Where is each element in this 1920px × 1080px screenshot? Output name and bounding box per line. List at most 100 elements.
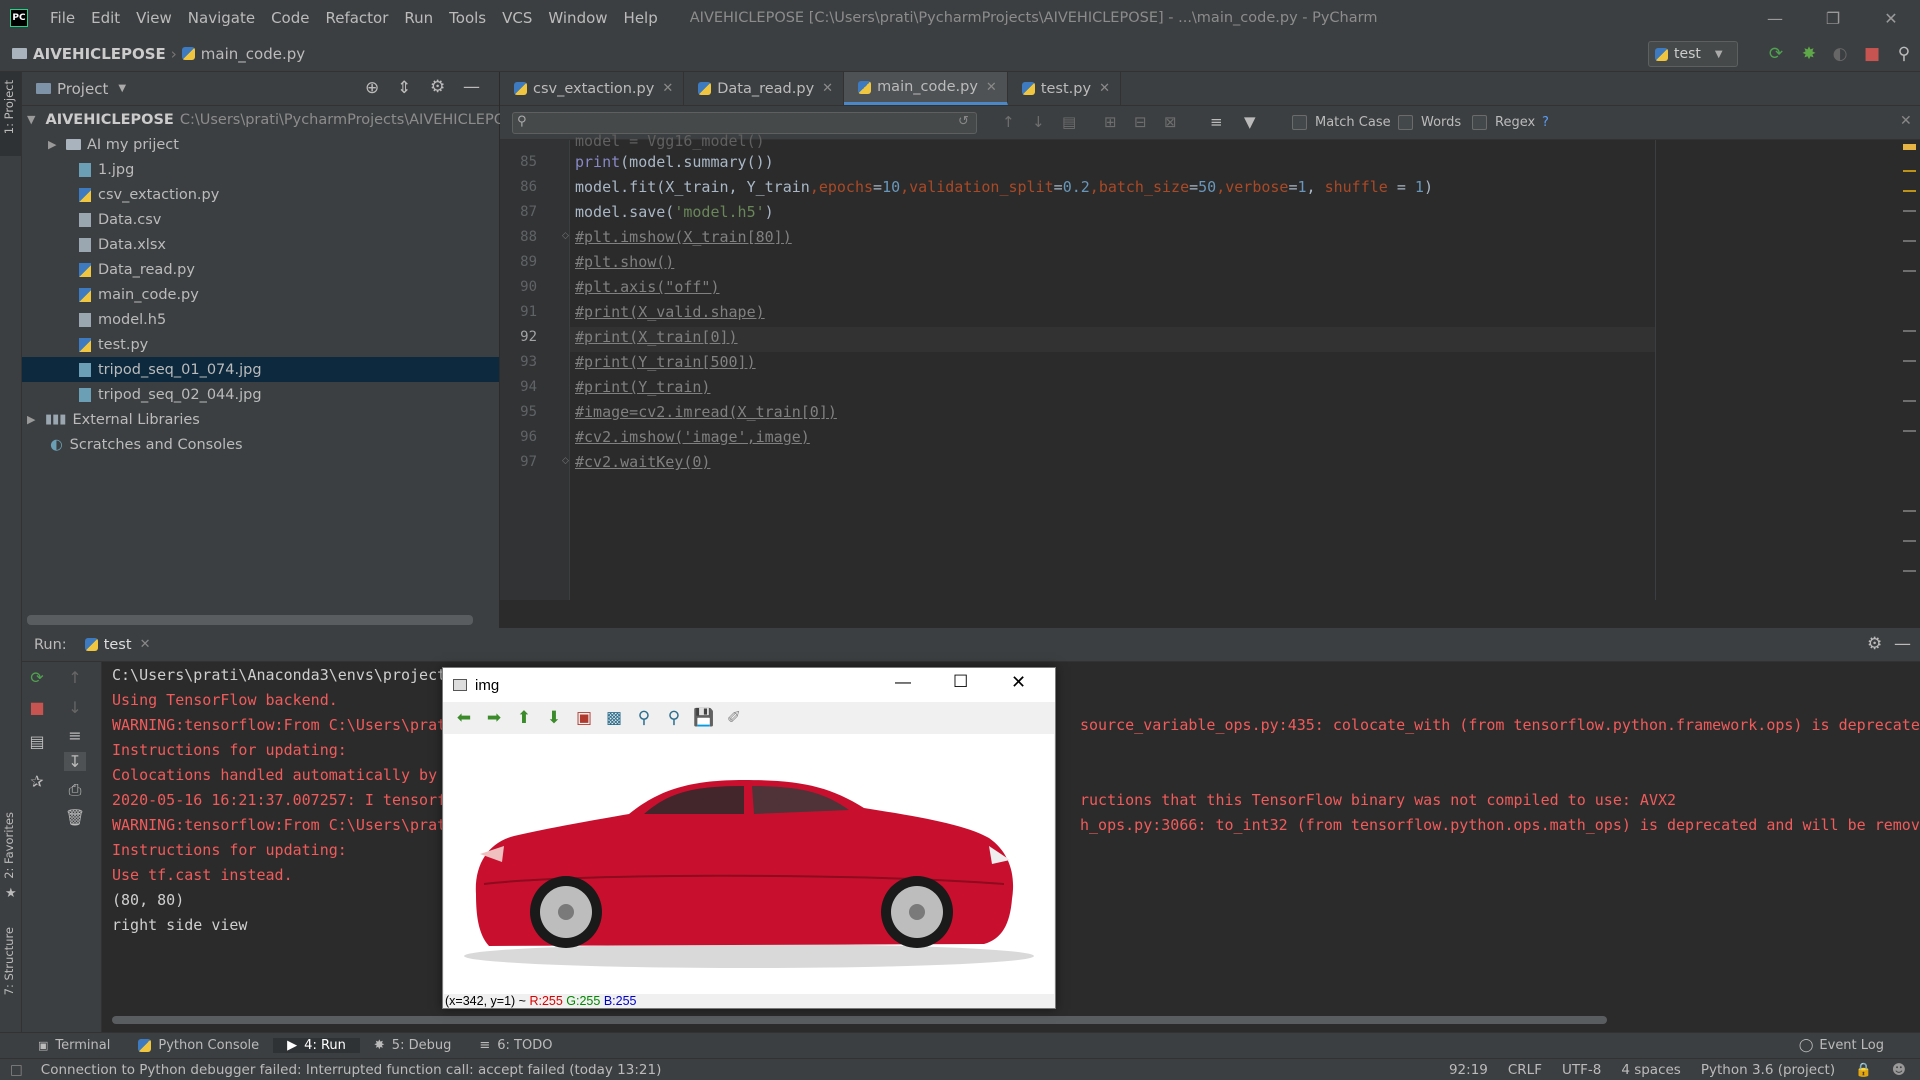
maximize-icon[interactable]: ☐ [953, 672, 968, 692]
debug-bug-icon[interactable]: ✸ [1799, 44, 1819, 64]
run-tab-test[interactable]: test [104, 637, 132, 653]
project-tool-tab[interactable]: 1: Project [0, 72, 21, 156]
python-interpreter[interactable]: Python 3.6 (project) [1691, 1062, 1845, 1078]
code-marker[interactable] [1903, 430, 1916, 432]
minimize-icon[interactable]: — [1746, 9, 1804, 28]
caret-position[interactable]: 92:19 [1439, 1062, 1498, 1078]
code-marker[interactable] [1903, 240, 1916, 242]
tab-data-read[interactable]: Data_read.py ✕ [684, 72, 845, 105]
pan-right-icon[interactable]: ➡ [479, 706, 509, 730]
editor-error-stripe[interactable] [1895, 140, 1920, 600]
tree-item-file[interactable]: Data.xlsx [22, 232, 499, 257]
tree-item-file[interactable]: csv_extaction.py [22, 182, 499, 207]
close-tab-icon[interactable]: ✕ [140, 637, 151, 652]
code-marker[interactable] [1903, 210, 1916, 212]
regex-help-icon[interactable]: ? [1542, 115, 1549, 130]
scroll-down-icon[interactable]: ↓ [64, 698, 86, 717]
locate-file-icon[interactable]: ⊕ [365, 78, 379, 98]
menu-edit[interactable]: Edit [83, 9, 128, 27]
scroll-to-end-icon[interactable]: ↧ [64, 752, 86, 771]
inspector-icon[interactable]: ☻ [1882, 1062, 1920, 1078]
tree-item-file-selected[interactable]: tripod_seq_01_074.jpg [22, 357, 499, 382]
tab-todo[interactable]: ≡ 6: TODO [465, 1038, 566, 1053]
tree-item-file[interactable]: Data.csv [22, 207, 499, 232]
close-tab-icon[interactable]: ✕ [662, 81, 673, 96]
tab-csv-extaction[interactable]: csv_extaction.py ✕ [500, 72, 685, 105]
menu-navigate[interactable]: Navigate [180, 9, 263, 27]
trash-icon[interactable]: 🗑 [64, 808, 86, 827]
project-horizontal-scrollbar[interactable] [27, 615, 473, 625]
history-icon[interactable]: ↺ [958, 114, 969, 129]
opencv-image-window[interactable]: img — ☐ ✕ ⬅ ➡ ⬆ ⬇ ▣ ▩ ⚲ ⚲ 💾 ✐ (x=342, y=… [442, 667, 1056, 1009]
soft-wrap-icon[interactable]: ≡ [64, 726, 86, 745]
regex-checkbox[interactable]: Regex [1472, 115, 1535, 130]
tab-event-log[interactable]: ◯ Event Log [1785, 1038, 1920, 1053]
tree-item-file[interactable]: model.h5 [22, 307, 499, 332]
hide-panel-icon[interactable]: — [463, 77, 480, 97]
filter-lines-icon[interactable]: ≡ [1210, 113, 1223, 131]
chevron-down-icon[interactable]: ▼ [118, 83, 126, 94]
close-tab-icon[interactable]: ✕ [822, 81, 833, 96]
expand-arrow-icon[interactable]: ▶ [48, 138, 62, 151]
zoom-original-icon[interactable]: ▣ [569, 706, 599, 730]
menu-help[interactable]: Help [616, 9, 666, 27]
stop-icon[interactable]: ■ [26, 698, 48, 717]
properties-icon[interactable]: ✐ [719, 706, 749, 730]
code-marker[interactable] [1903, 570, 1916, 572]
minimize-icon[interactable]: — [895, 674, 911, 692]
filter-icon[interactable]: ▼ [1244, 113, 1256, 131]
expand-arrow-icon[interactable]: ▼ [27, 113, 35, 126]
tree-root[interactable]: ▼ AIVEHICLEPOSE C:\Users\prati\PycharmPr… [22, 107, 505, 132]
run-config-dropdown[interactable]: test ▼ [1648, 41, 1738, 67]
stop-icon[interactable]: ■ [1862, 44, 1882, 64]
words-checkbox[interactable]: Words [1398, 115, 1461, 130]
rerun-icon[interactable]: ⟳ [1766, 44, 1786, 64]
tree-item-file[interactable]: main_code.py [22, 282, 499, 307]
tree-item-folder[interactable]: ▶ AI my priject [22, 132, 499, 157]
file-encoding[interactable]: UTF-8 [1552, 1062, 1611, 1078]
hide-panel-icon[interactable]: — [1894, 634, 1911, 654]
tree-external-libraries[interactable]: ▶ ▮▮▮ External Libraries [22, 407, 499, 432]
tree-scratches[interactable]: ◐ Scratches and Consoles [22, 432, 499, 457]
tree-item-file[interactable]: 1.jpg [22, 157, 499, 182]
previous-occurrence-icon[interactable]: ↑ [1002, 113, 1015, 131]
code-editor[interactable]: model = Vgg16_model() print(model.summar… [570, 132, 1655, 600]
pan-down-icon[interactable]: ⬇ [539, 706, 569, 730]
close-icon[interactable]: ✕ [1862, 9, 1920, 28]
zoom-in-icon[interactable]: ⚲ [629, 706, 659, 730]
project-panel-title[interactable]: Project [57, 80, 108, 98]
tab-terminal[interactable]: ▣ Terminal [0, 1038, 124, 1053]
find-input[interactable] [512, 112, 977, 134]
tree-item-file[interactable]: Data_read.py [22, 257, 499, 282]
checkbox-box[interactable] [1472, 115, 1487, 130]
structure-tab[interactable]: 7: Structure [2, 927, 20, 995]
status-message[interactable]: Connection to Python debugger failed: In… [33, 1062, 672, 1078]
code-marker[interactable] [1903, 510, 1916, 512]
breadcrumb-file[interactable]: main_code.py [177, 45, 310, 63]
fold-marker-icon[interactable]: ◇ [562, 231, 569, 241]
pin-icon[interactable]: ✰ [26, 772, 48, 791]
close-tab-icon[interactable]: ✕ [1099, 81, 1110, 96]
menu-vcs[interactable]: VCS [494, 9, 540, 27]
checkbox-box[interactable] [1292, 115, 1307, 130]
select-all-icon[interactable]: ⊠ [1164, 113, 1177, 131]
warning-marker[interactable] [1903, 144, 1916, 150]
tree-item-file[interactable]: test.py [22, 332, 499, 357]
menu-code[interactable]: Code [263, 9, 317, 27]
next-occurrence-icon[interactable]: ↓ [1032, 113, 1045, 131]
layout-icon[interactable]: ▤ [26, 732, 48, 751]
zoom-fit-icon[interactable]: ▩ [599, 706, 629, 730]
menu-window[interactable]: Window [540, 9, 615, 27]
menu-refactor[interactable]: Refactor [317, 9, 396, 27]
restore-icon[interactable]: ❐ [1804, 9, 1862, 28]
code-marker[interactable] [1903, 540, 1916, 542]
run-coverage-icon[interactable]: ◐ [1830, 44, 1850, 64]
warning-marker[interactable] [1903, 190, 1916, 192]
menu-view[interactable]: View [128, 9, 180, 27]
scroll-up-icon[interactable]: ↑ [64, 668, 86, 687]
fold-marker-icon[interactable]: ◇ [562, 456, 569, 466]
add-occurrence-icon[interactable]: ⊞ [1104, 113, 1117, 131]
img-window-titlebar[interactable]: img — ☐ ✕ [443, 668, 1055, 702]
rerun-icon[interactable]: ⟳ [26, 668, 48, 687]
menu-run[interactable]: Run [396, 9, 441, 27]
